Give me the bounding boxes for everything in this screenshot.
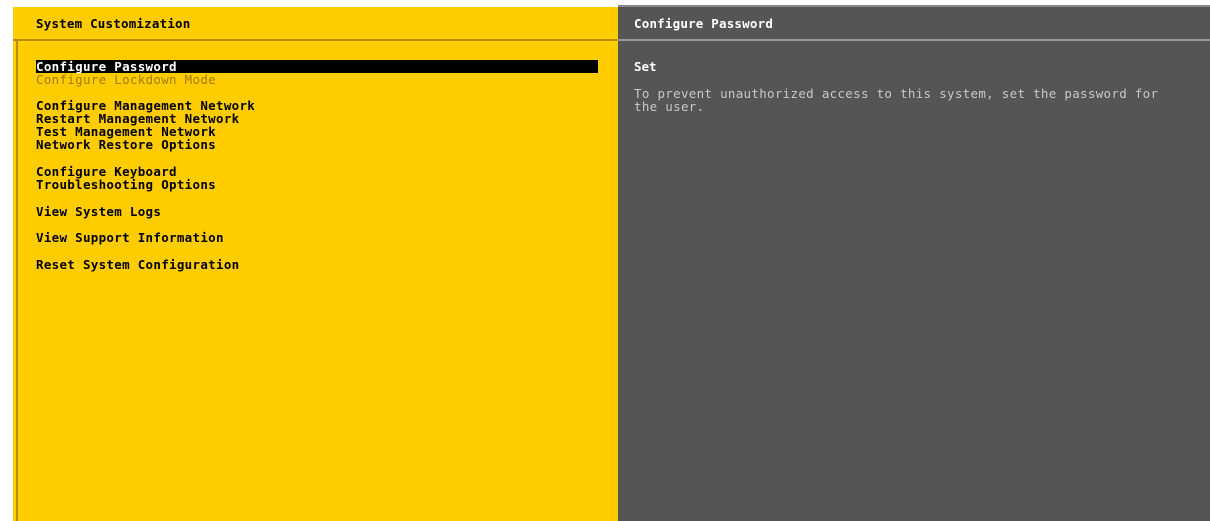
menu-item-configure-lockdown-mode[interactable]: Configure Lockdown Mode [36, 73, 216, 86]
dcui-screen: System Customization Configure Password … [0, 0, 1210, 521]
menu-item-reset-system-configuration[interactable]: Reset System Configuration [36, 258, 239, 271]
menu-item-network-restore-options[interactable]: Network Restore Options [36, 138, 216, 151]
password-description: To prevent unauthorized access to this s… [634, 86, 1159, 114]
right-title-divider [618, 39, 1210, 41]
left-border-line [16, 40, 18, 521]
menu-item-view-support-information[interactable]: View Support Information [36, 231, 224, 244]
detail-panel: Configure Password Set To prevent unauth… [618, 7, 1210, 521]
system-customization-panel: System Customization Configure Password … [13, 7, 618, 521]
menu-item-troubleshooting-options[interactable]: Troubleshooting Options [36, 178, 216, 191]
left-title-divider [13, 39, 618, 41]
left-panel-title: System Customization [36, 16, 191, 31]
password-status: Set [634, 59, 657, 74]
menu-item-view-system-logs[interactable]: View System Logs [36, 205, 161, 218]
detail-panel-title: Configure Password [634, 16, 774, 31]
